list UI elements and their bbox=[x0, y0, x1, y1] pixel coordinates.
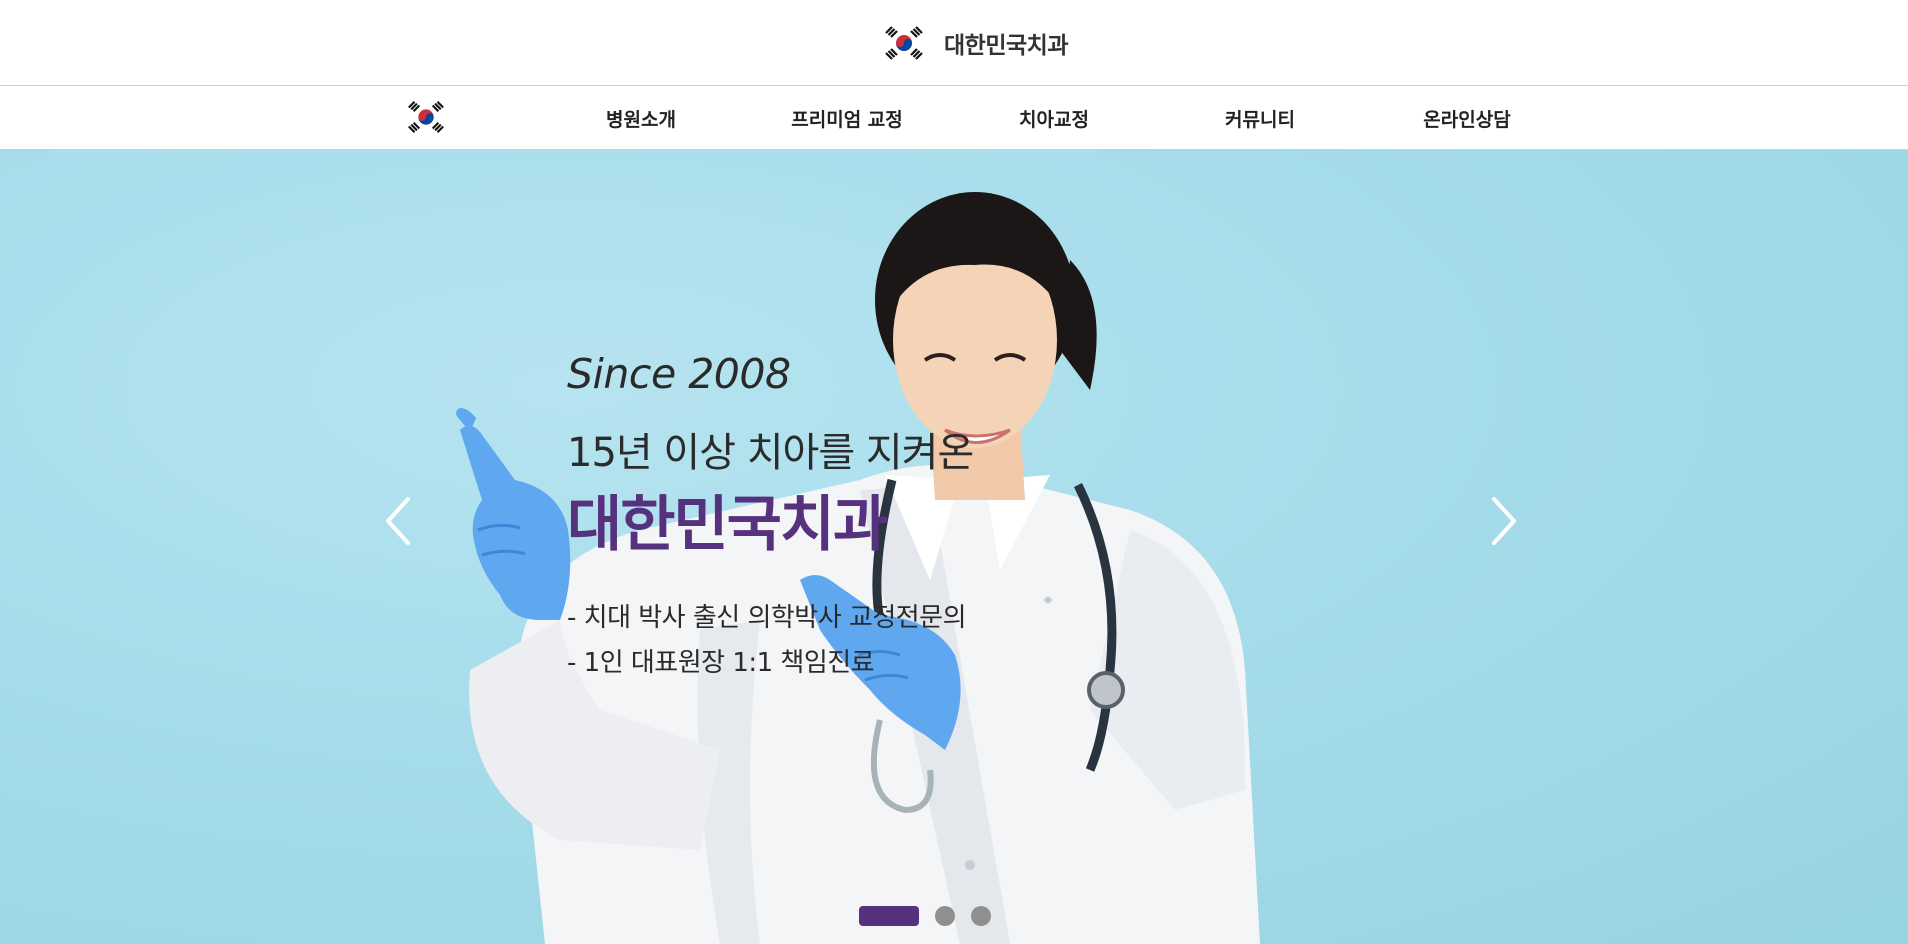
slider-dot-3[interactable] bbox=[971, 906, 991, 926]
brand-logo-link[interactable]: 대한민국치과 bbox=[882, 25, 1068, 61]
main-navigation: 병원소개 프리미엄 교정 치아교정 커뮤니티 온라인상담 bbox=[0, 86, 1908, 150]
hero-bullet: - 치대 박사 출신 의학박사 교정전문의 bbox=[567, 603, 967, 633]
slider-dot-2[interactable] bbox=[935, 906, 955, 926]
brand-name: 대한민국치과 bbox=[944, 32, 1068, 59]
nav-logo-icon[interactable] bbox=[405, 99, 447, 135]
nav-item-online-consultation[interactable]: 온라인상담 bbox=[1423, 86, 1510, 150]
nav-item-community[interactable]: 커뮤니티 bbox=[1225, 86, 1295, 150]
nav-item-premium-orthodontics[interactable]: 프리미엄 교정 bbox=[791, 86, 903, 150]
hero-tagline: 15년 이상 치아를 지켜온 bbox=[567, 430, 974, 476]
hero-bullet: - 1인 대표원장 1:1 책임진료 bbox=[567, 648, 875, 678]
nav-item-about[interactable]: 병원소개 bbox=[606, 86, 676, 150]
slider-pagination bbox=[859, 906, 991, 926]
chevron-left-icon[interactable] bbox=[378, 495, 418, 547]
hero-title: 대한민국치과 bbox=[567, 490, 888, 560]
korean-flag-icon bbox=[885, 25, 923, 60]
chevron-right-icon[interactable] bbox=[1484, 495, 1524, 547]
slider-dot-1[interactable] bbox=[859, 906, 919, 926]
hero-slider: Since 2008 15년 이상 치아를 지켜온 대한민국치과 - 치대 박사… bbox=[0, 150, 1908, 944]
nav-item-orthodontics[interactable]: 치아교정 bbox=[1019, 86, 1089, 150]
hero-since: Since 2008 bbox=[567, 350, 791, 398]
top-header: 대한민국치과 bbox=[0, 0, 1908, 86]
doctor-photo bbox=[456, 192, 1260, 944]
